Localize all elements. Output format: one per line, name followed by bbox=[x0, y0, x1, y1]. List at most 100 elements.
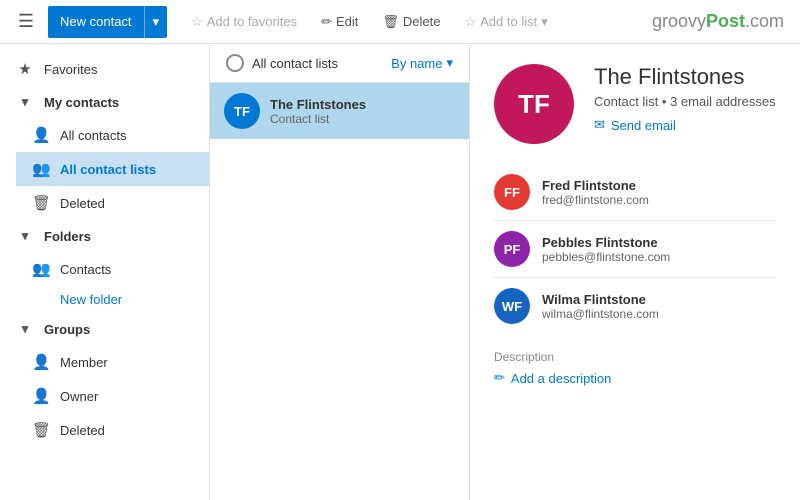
add-to-list-label: Add to list bbox=[480, 14, 537, 29]
sidebar-item-my-contacts[interactable]: ▾ My contacts bbox=[0, 86, 209, 118]
sidebar-item-owner[interactable]: 👤 Owner bbox=[16, 379, 209, 413]
hamburger-icon: ☰ bbox=[18, 11, 34, 32]
edit-icon: ✏ bbox=[321, 14, 332, 30]
contact-item-name: The Flintstones bbox=[270, 97, 366, 112]
contact-list-item[interactable]: TF The Flintstones Contact list bbox=[210, 83, 469, 139]
chevron-down-icon-groups: ▾ bbox=[16, 321, 34, 337]
trash-icon: 🗑 bbox=[32, 194, 50, 212]
sidebar-item-all-contacts[interactable]: 👤 All contacts bbox=[16, 118, 209, 152]
all-contact-lists-toggle[interactable]: All contact lists bbox=[226, 54, 338, 72]
member-icon: 👤 bbox=[32, 353, 50, 371]
sidebar-owner-label: Owner bbox=[60, 389, 98, 404]
description-section: Description ✏ Add a description bbox=[494, 350, 776, 386]
detail-avatar: TF bbox=[494, 64, 574, 144]
member-details: Pebbles Flintstone pebbles@flintstone.co… bbox=[542, 235, 670, 264]
sidebar-item-folders[interactable]: ▾ Folders bbox=[0, 220, 209, 252]
delete-label: Delete bbox=[403, 14, 441, 29]
by-name-label: By name bbox=[391, 56, 442, 71]
star-icon: ☆ bbox=[191, 14, 203, 30]
sort-chevron-icon: ▾ bbox=[446, 55, 453, 71]
chevron-down-icon: ▾ bbox=[16, 94, 34, 110]
member-email: fred@flintstone.com bbox=[542, 193, 649, 207]
sidebar-my-contacts-label: My contacts bbox=[44, 95, 119, 110]
member-avatar: FF bbox=[494, 174, 530, 210]
sidebar-groups-section: 👤 Member 👤 Owner 🗑 Deleted bbox=[0, 345, 209, 447]
sidebar-item-member[interactable]: 👤 Member bbox=[16, 345, 209, 379]
add-to-list-arrow-icon: ▾ bbox=[541, 14, 548, 30]
add-description-button[interactable]: ✏ Add a description bbox=[494, 370, 776, 386]
add-to-list-icon: ☆ bbox=[464, 14, 476, 30]
sidebar-favorites-label: Favorites bbox=[44, 62, 97, 77]
detail-header: TF The Flintstones Contact list • 3 emai… bbox=[494, 64, 776, 144]
contact-item-sub: Contact list bbox=[270, 112, 366, 126]
sidebar-my-contacts-section: 👤 All contacts 👥 All contact lists 🗑 Del… bbox=[0, 118, 209, 220]
chevron-down-icon-folders: ▾ bbox=[16, 228, 34, 244]
sidebar-item-contacts-folder[interactable]: 👥 Contacts bbox=[16, 252, 209, 286]
member-name: Pebbles Flintstone bbox=[542, 235, 670, 250]
member-item[interactable]: WF Wilma Flintstone wilma@flintstone.com bbox=[494, 278, 776, 334]
member-list: FF Fred Flintstone fred@flintstone.com P… bbox=[494, 164, 776, 334]
add-to-list-button[interactable]: ☆ Add to list ▾ bbox=[460, 10, 551, 34]
member-avatar: WF bbox=[494, 288, 530, 324]
circle-radio bbox=[226, 54, 244, 72]
trash-icon-2: 🗑 bbox=[32, 421, 50, 439]
delete-button[interactable]: 🗑 Delete bbox=[378, 10, 444, 34]
contact-list-header: All contact lists By name ▾ bbox=[210, 44, 469, 83]
send-email-button[interactable]: ✉ Send email bbox=[594, 117, 776, 133]
toolbar-actions: ☆ Add to favorites ✏ Edit 🗑 Delete ☆ Add… bbox=[187, 10, 552, 34]
sidebar-folders-label: Folders bbox=[44, 229, 91, 244]
member-name: Wilma Flintstone bbox=[542, 292, 659, 307]
sidebar-deleted-label: Deleted bbox=[60, 196, 105, 211]
sidebar-contacts-folder-label: Contacts bbox=[60, 262, 111, 277]
star-icon: ★ bbox=[16, 60, 34, 78]
envelope-icon: ✉ bbox=[594, 117, 605, 133]
sidebar-all-contacts-label: All contacts bbox=[60, 128, 126, 143]
sidebar-deleted2-label: Deleted bbox=[60, 423, 105, 438]
new-contact-main[interactable]: New contact bbox=[48, 6, 145, 38]
delete-icon: 🗑 bbox=[382, 14, 399, 30]
by-name-sort-button[interactable]: By name ▾ bbox=[391, 55, 453, 71]
sidebar-folders-section: 👥 Contacts New folder bbox=[0, 252, 209, 313]
toolbar: ☰ New contact ▾ ☆ Add to favorites ✏ Edi… bbox=[0, 0, 800, 44]
add-to-favorites-label: Add to favorites bbox=[207, 14, 297, 29]
new-folder-link[interactable]: New folder bbox=[16, 286, 209, 313]
contact-info: The Flintstones Contact list bbox=[270, 97, 366, 126]
member-avatar: PF bbox=[494, 231, 530, 267]
detail-meta: Contact list • 3 email addresses bbox=[594, 94, 776, 109]
detail-info: The Flintstones Contact list • 3 email a… bbox=[594, 64, 776, 133]
pencil-icon: ✏ bbox=[494, 370, 505, 386]
owner-icon: 👤 bbox=[32, 387, 50, 405]
edit-button[interactable]: ✏ Edit bbox=[317, 10, 362, 34]
sidebar: ★ Favorites ▾ My contacts 👤 All contacts… bbox=[0, 44, 210, 500]
contacts-folder-icon: 👥 bbox=[32, 260, 50, 278]
all-contact-lists-label: All contact lists bbox=[252, 56, 338, 71]
member-email: pebbles@flintstone.com bbox=[542, 250, 670, 264]
contact-avatar: TF bbox=[224, 93, 260, 129]
sidebar-item-deleted2[interactable]: 🗑 Deleted bbox=[16, 413, 209, 447]
sidebar-member-label: Member bbox=[60, 355, 108, 370]
sidebar-item-groups[interactable]: ▾ Groups bbox=[0, 313, 209, 345]
detail-panel: TF The Flintstones Contact list • 3 emai… bbox=[470, 44, 800, 500]
sidebar-groups-label: Groups bbox=[44, 322, 90, 337]
member-name: Fred Flintstone bbox=[542, 178, 649, 193]
new-contact-button[interactable]: New contact ▾ bbox=[48, 6, 167, 38]
sidebar-item-deleted[interactable]: 🗑 Deleted bbox=[16, 186, 209, 220]
branding: groovyPost.com bbox=[652, 11, 784, 32]
member-email: wilma@flintstone.com bbox=[542, 307, 659, 321]
new-contact-dropdown-arrow[interactable]: ▾ bbox=[145, 6, 168, 38]
add-to-favorites-button[interactable]: ☆ Add to favorites bbox=[187, 10, 301, 34]
main-area: ★ Favorites ▾ My contacts 👤 All contacts… bbox=[0, 44, 800, 500]
detail-name: The Flintstones bbox=[594, 64, 776, 90]
person-icon: 👤 bbox=[32, 126, 50, 144]
contact-list-items: TF The Flintstones Contact list bbox=[210, 83, 469, 500]
add-description-label: Add a description bbox=[511, 371, 611, 386]
sidebar-item-all-contact-lists[interactable]: 👥 All contact lists bbox=[16, 152, 209, 186]
hamburger-button[interactable]: ☰ bbox=[8, 4, 44, 40]
sidebar-item-favorites[interactable]: ★ Favorites bbox=[0, 52, 209, 86]
member-item[interactable]: PF Pebbles Flintstone pebbles@flintstone… bbox=[494, 221, 776, 278]
member-details: Fred Flintstone fred@flintstone.com bbox=[542, 178, 649, 207]
member-item[interactable]: FF Fred Flintstone fred@flintstone.com bbox=[494, 164, 776, 221]
contact-list-panel: All contact lists By name ▾ TF The Flint… bbox=[210, 44, 470, 500]
contact-lists-icon: 👥 bbox=[32, 160, 50, 178]
description-label: Description bbox=[494, 350, 776, 364]
